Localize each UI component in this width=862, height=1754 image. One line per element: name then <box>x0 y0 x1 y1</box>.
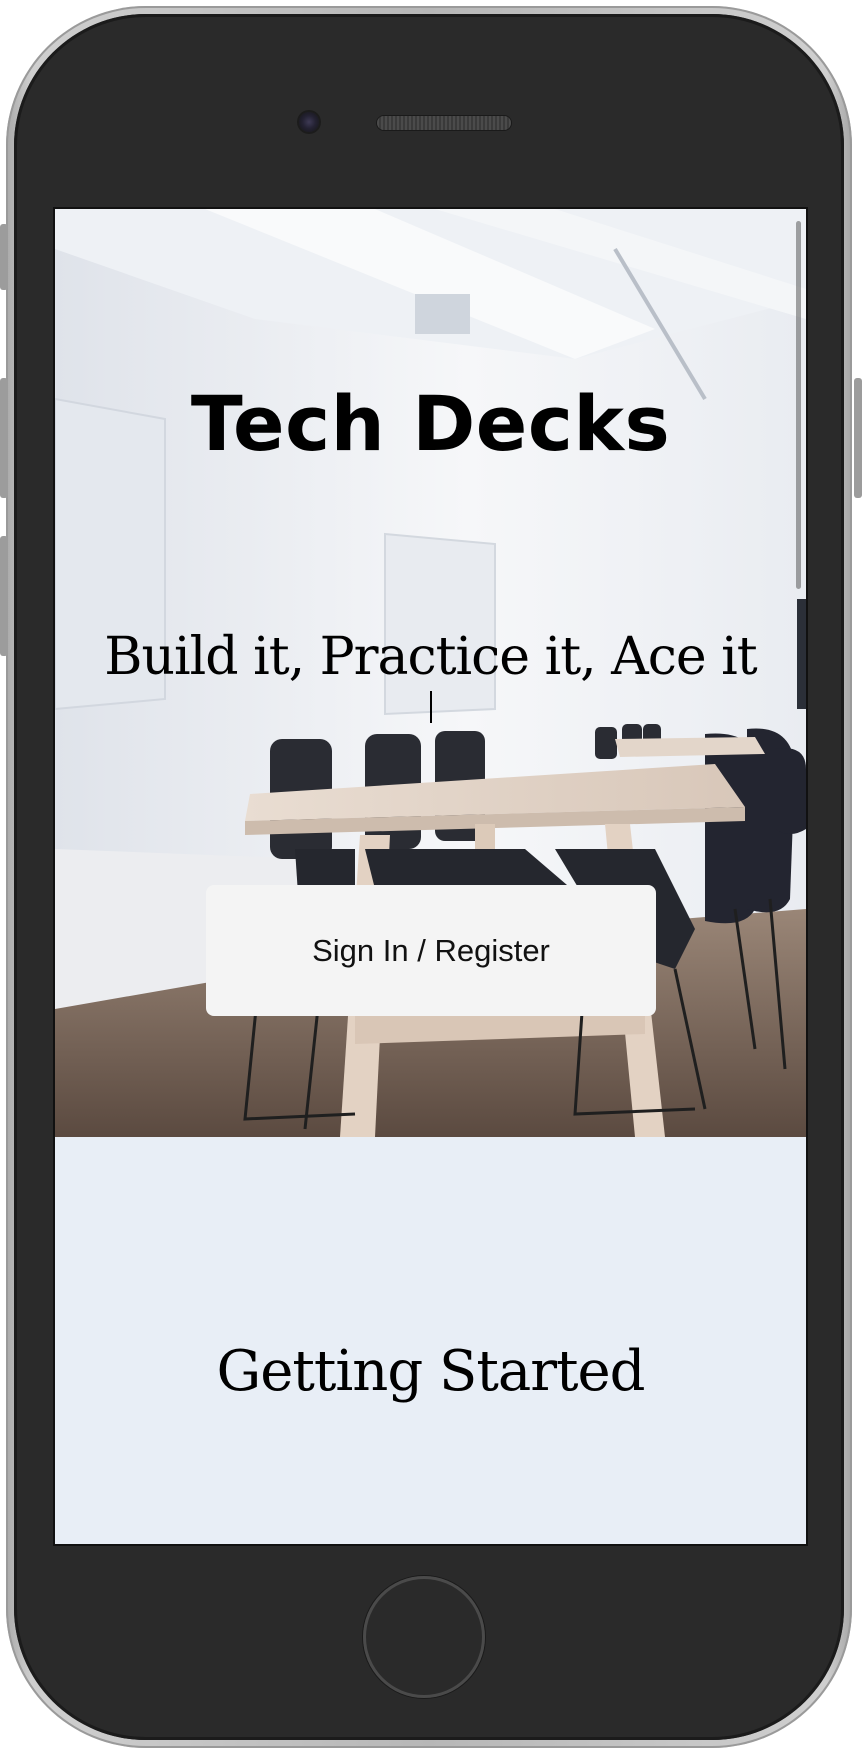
app-screen: Tech Decks Build it, Practice it, Ace it… <box>55 209 806 1544</box>
getting-started-heading: Getting Started <box>216 1339 645 1404</box>
home-button[interactable] <box>363 1576 485 1698</box>
silent-switch <box>0 224 8 290</box>
speaker-grille <box>377 116 511 130</box>
hero-section: Tech Decks Build it, Practice it, Ace it… <box>55 209 806 1137</box>
hero-tagline: Build it, Practice it, Ace it <box>104 627 757 687</box>
volume-down-button <box>0 536 8 656</box>
front-camera-icon <box>299 112 319 132</box>
text-cursor-icon <box>430 691 432 723</box>
signin-register-button[interactable]: Sign In / Register <box>206 885 656 1016</box>
volume-up-button <box>0 378 8 498</box>
power-button <box>854 378 862 498</box>
app-title: Tech Decks <box>190 379 671 468</box>
